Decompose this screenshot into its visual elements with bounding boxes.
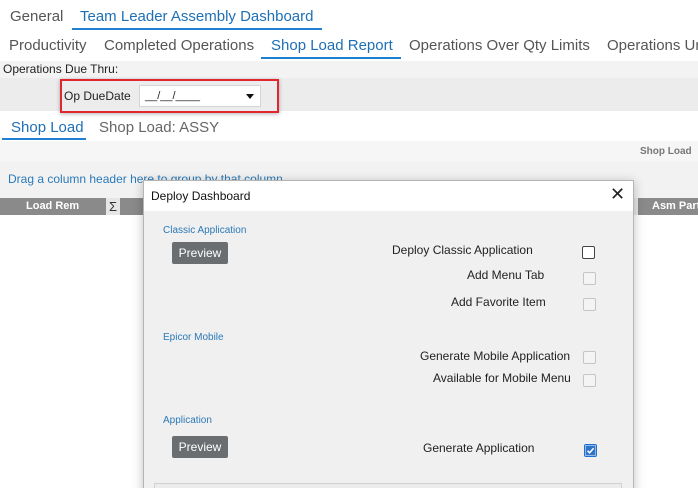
add-menu-tab-label: Add Menu Tab <box>467 268 545 282</box>
tab-general[interactable]: General <box>10 8 63 25</box>
sum-icon[interactable]: Σ <box>106 198 120 215</box>
add-favorite-item-label: Add Favorite Item <box>451 295 546 309</box>
tab-productivity[interactable]: Productivity <box>9 37 87 54</box>
generate-application-checkbox[interactable] <box>584 444 597 457</box>
application-preview-button[interactable]: Preview <box>172 436 228 458</box>
tab-completed-operations[interactable]: Completed Operations <box>104 37 254 54</box>
dialog-title: Deploy Dashboard <box>151 189 251 203</box>
filter-section-header: Operations Due Thru: <box>0 61 698 78</box>
op-due-date-field[interactable]: __/__/____ <box>139 85 261 107</box>
op-due-date-label: Op DueDate <box>64 89 131 103</box>
add-favorite-item-checkbox[interactable] <box>583 298 596 311</box>
dialog-title-bar: Deploy Dashboard ✕ <box>144 181 633 211</box>
generate-application-label: Generate Application <box>423 441 535 455</box>
generate-mobile-application-checkbox[interactable] <box>583 351 596 364</box>
close-icon[interactable]: ✕ <box>610 184 625 204</box>
active-tab-underline <box>72 28 322 30</box>
available-for-mobile-menu-checkbox[interactable] <box>583 374 596 387</box>
tab-shop-load-assy[interactable]: Shop Load: ASSY <box>99 119 219 136</box>
section-label-mobile: Epicor Mobile <box>163 332 224 343</box>
column-header-asm-part[interactable]: Asm Part <box>652 200 698 212</box>
grid-caption-bar: Shop Load <box>0 141 698 162</box>
deploy-dashboard-dialog: Deploy Dashboard ✕ Classic Application P… <box>143 180 634 488</box>
section-label-classic: Classic Application <box>163 225 247 236</box>
op-due-date-value: __/__/____ <box>145 90 201 102</box>
column-header-load-rem[interactable]: Load Rem <box>26 200 79 212</box>
tab-operations-over-qty-limits[interactable]: Operations Over Qty Limits <box>409 37 590 54</box>
active-grid-tab-underline <box>2 138 86 140</box>
classic-preview-button[interactable]: Preview <box>172 242 228 264</box>
tab-shop-load-report[interactable]: Shop Load Report <box>271 37 393 54</box>
active-subtab-underline <box>261 57 401 59</box>
deploy-classic-application-checkbox[interactable] <box>582 246 595 259</box>
tab-shop-load[interactable]: Shop Load <box>11 119 84 136</box>
section-label-application: Application <box>163 415 212 426</box>
deploy-classic-application-label: Deploy Classic Application <box>392 243 533 257</box>
checkmark-icon <box>585 445 596 456</box>
dialog-footer-panel <box>154 483 622 488</box>
chevron-down-icon[interactable] <box>246 94 254 99</box>
generate-mobile-application-label: Generate Mobile Application <box>420 349 571 363</box>
add-menu-tab-checkbox[interactable] <box>583 272 596 285</box>
operations-due-thru-label: Operations Due Thru: <box>3 62 119 76</box>
available-for-mobile-menu-label: Available for Mobile Menu <box>433 371 571 385</box>
tab-operations-ur[interactable]: Operations Ur <box>607 37 698 54</box>
grid-caption: Shop Load <box>640 146 692 157</box>
tab-team-leader-assembly-dashboard[interactable]: Team Leader Assembly Dashboard <box>80 8 313 25</box>
